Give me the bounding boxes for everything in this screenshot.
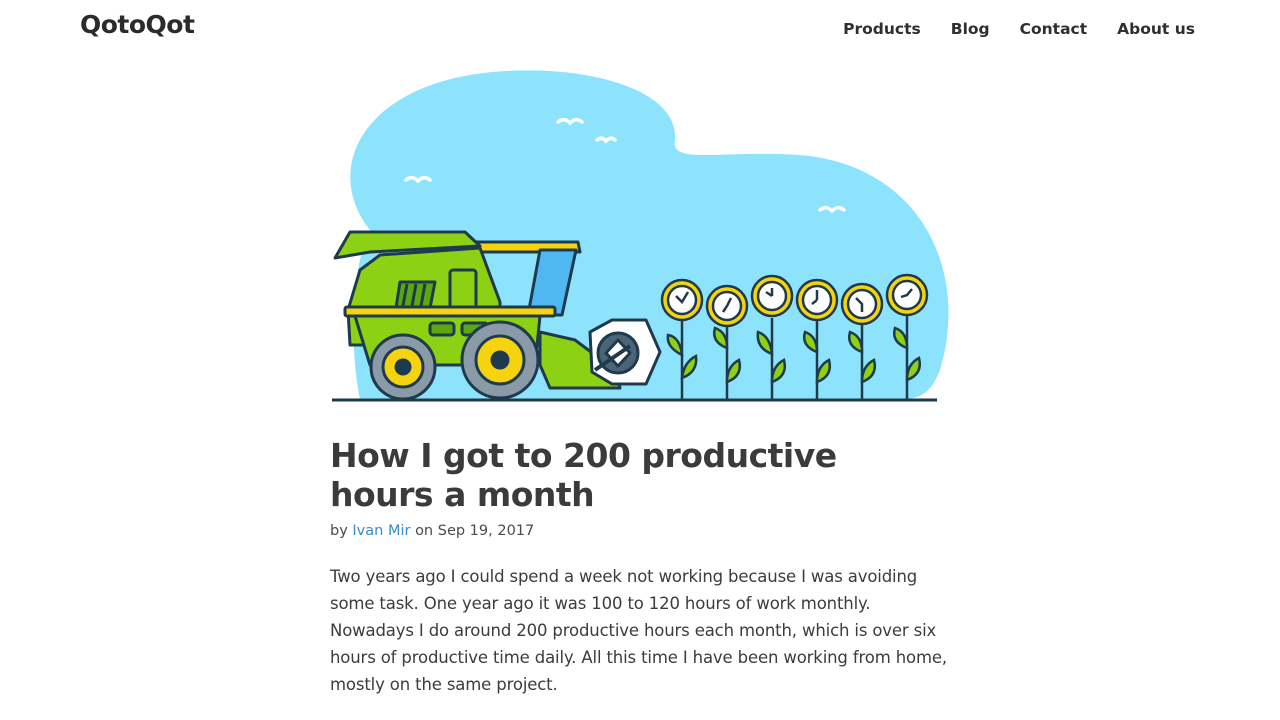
site-logo[interactable]: QotoQot (80, 10, 195, 39)
date-prefix: on (415, 523, 434, 539)
nav-blog[interactable]: Blog (951, 20, 990, 38)
byline-prefix: by (330, 523, 348, 539)
harvester-illustration-icon (332, 70, 949, 402)
nav-products[interactable]: Products (843, 20, 921, 38)
nav-contact[interactable]: Contact (1020, 20, 1088, 38)
article-intro: Two years ago I could spend a week not w… (330, 567, 948, 694)
site-header: QotoQot Products Blog Contact About us (0, 0, 1280, 62)
author-link[interactable]: Ivan Mir (352, 523, 410, 539)
main-nav: Products Blog Contact About us (813, 20, 1195, 38)
hero-illustration (330, 70, 950, 410)
nav-about-us[interactable]: About us (1117, 20, 1195, 38)
article: How I got to 200 productive hours a mont… (330, 436, 950, 715)
article-title: How I got to 200 productive hours a mont… (330, 436, 837, 514)
article-byline: by Ivan Mir on Sep 19, 2017 (330, 523, 950, 539)
article-date: Sep 19, 2017 (437, 523, 535, 539)
